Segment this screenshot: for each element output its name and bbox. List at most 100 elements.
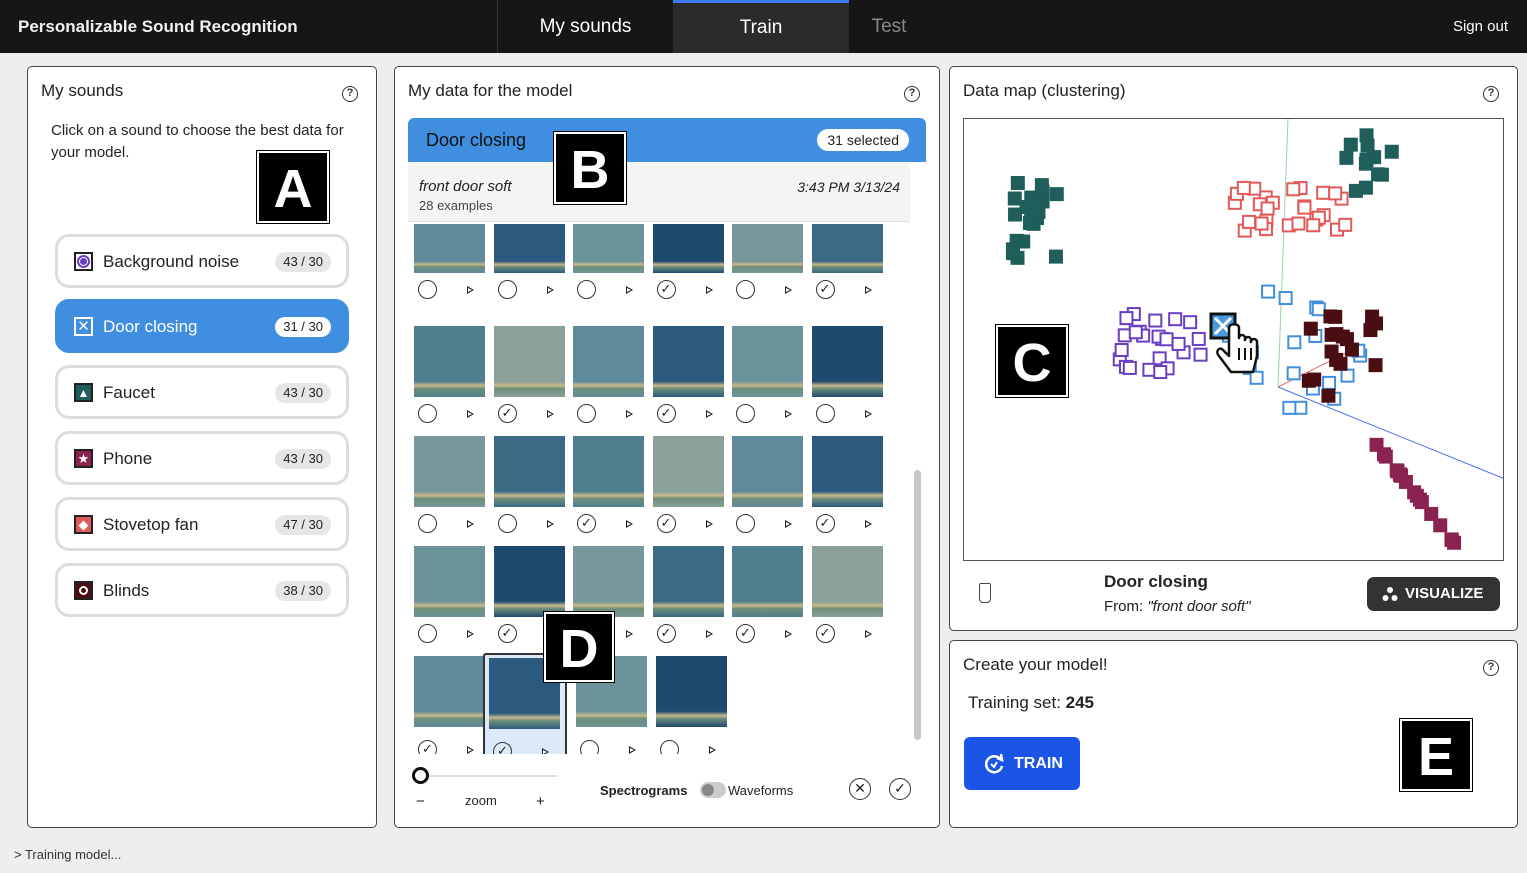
play-icon[interactable] [864,410,872,418]
play-icon[interactable] [705,410,713,418]
select-checkbox[interactable]: ✓ [656,404,676,423]
spectrogram-thumbnail[interactable] [493,436,565,507]
spectrogram-thumbnail[interactable] [732,326,803,397]
sign-out-link[interactable]: Sign out [1453,18,1508,35]
spectrogram-thumbnail[interactable] [493,224,565,273]
scrollbar[interactable] [914,470,921,740]
select-checkbox[interactable]: ✓ [815,514,835,533]
select-checkbox[interactable]: ✓ [815,280,835,299]
select-checkbox[interactable] [418,280,437,299]
select-checkbox[interactable]: ✓ [497,404,517,423]
tab-test[interactable]: Test [849,0,929,53]
play-icon[interactable] [785,630,792,638]
spectrogram-thumbnail[interactable] [732,436,803,507]
sample-cell[interactable] [408,326,485,423]
select-checkbox[interactable]: ✓ [736,624,755,643]
zoom-in-button[interactable]: + [536,793,545,810]
spectrogram-thumbnail[interactable] [652,326,724,397]
play-icon[interactable] [705,286,713,294]
play-icon[interactable] [467,286,474,294]
sample-cell[interactable] [408,224,485,299]
sound-item-blinds[interactable]: Blinds 38 / 30 [55,563,349,617]
play-icon[interactable] [864,520,872,528]
sample-cell[interactable] [488,224,565,299]
spectrogram-thumbnail[interactable] [493,546,565,617]
play-icon[interactable] [864,630,872,638]
sample-cell[interactable]: ✓ [726,546,803,643]
sample-cell[interactable]: ✓ [408,656,485,754]
spectrogram-thumbnail[interactable] [573,326,644,397]
play-icon[interactable] [785,520,792,528]
play-icon[interactable] [705,630,713,638]
select-checkbox[interactable]: ✓ [577,514,596,533]
select-checkbox[interactable] [497,280,517,299]
spectrogram-thumbnail[interactable] [573,436,644,507]
select-checkbox[interactable] [736,404,755,423]
select-checkbox[interactable]: ✓ [656,514,676,533]
select-checkbox[interactable] [815,404,835,423]
spectrogram-thumbnail[interactable] [811,436,883,507]
spectrogram-thumbnail[interactable] [573,546,644,617]
sample-cell[interactable] [726,326,803,423]
tab-train[interactable]: Train [673,0,849,53]
spectrogram-thumbnail[interactable] [493,326,565,397]
spectrogram-thumbnail[interactable] [811,326,883,397]
select-checkbox[interactable] [497,514,517,533]
spectrogram-thumbnail[interactable] [414,656,485,727]
spectrogram-thumbnail[interactable] [652,546,724,617]
sound-item-background-noise[interactable]: Background noise 43 / 30 [55,234,349,288]
help-icon[interactable]: ? [1483,660,1499,676]
play-icon[interactable] [785,410,792,418]
play-icon[interactable] [542,748,549,754]
select-all-button[interactable]: ✓ [889,778,911,800]
select-checkbox[interactable] [577,404,596,423]
deselect-all-button[interactable]: ✕ [849,778,871,800]
train-button[interactable]: TRAIN [964,737,1080,790]
spectrogram-thumbnail[interactable] [652,436,724,507]
sound-item-phone[interactable]: ★ Phone 43 / 30 [55,431,349,485]
select-checkbox[interactable] [736,514,755,533]
play-icon[interactable] [629,746,636,754]
play-icon[interactable] [467,630,474,638]
play-icon[interactable] [864,286,872,294]
sample-cell[interactable]: ✓ [567,436,644,533]
select-checkbox[interactable]: ✓ [493,742,512,754]
play-icon[interactable] [705,520,713,528]
sample-cell[interactable] [408,436,485,533]
zoom-out-button[interactable]: − [416,793,425,810]
sample-cell[interactable] [488,436,565,533]
sample-cell[interactable] [726,436,803,533]
help-icon[interactable]: ? [1483,86,1499,102]
spectrogram-thumbnail[interactable] [573,224,644,273]
visualize-button[interactable]: VISUALIZE [1367,577,1500,611]
select-checkbox[interactable] [736,280,755,299]
sample-cell[interactable]: ✓ [647,326,724,423]
select-checkbox[interactable]: ✓ [418,740,437,754]
flashlight-icon[interactable] [979,583,991,603]
sample-cell[interactable] [806,326,883,423]
recording-header[interactable]: front door soft 28 examples 3:43 PM 3/13… [408,162,910,222]
sound-item-faucet[interactable]: ▲ Faucet 43 / 30 [55,365,349,419]
play-icon[interactable] [626,630,633,638]
sample-cell[interactable] [650,656,727,754]
spectrogram-thumbnail[interactable] [414,546,485,617]
spectrogram-thumbnail[interactable] [732,546,803,617]
spectrogram-thumbnail[interactable] [652,224,724,273]
play-icon[interactable] [785,286,792,294]
select-checkbox[interactable]: ✓ [656,280,676,299]
sample-cell[interactable]: ✓ [806,546,883,643]
tab-my-sounds[interactable]: My sounds [497,0,673,53]
play-icon[interactable] [546,286,554,294]
play-icon[interactable] [626,520,633,528]
spectrogram-thumbnail[interactable] [656,656,727,727]
play-icon[interactable] [467,746,474,754]
select-checkbox[interactable]: ✓ [497,624,517,643]
sample-cell[interactable]: ✓ [806,224,883,299]
help-icon[interactable]: ? [904,86,920,102]
select-checkbox[interactable]: ✓ [656,624,676,643]
sample-cell[interactable]: ✓ [806,436,883,533]
spectrogram-thumbnail[interactable] [811,546,883,617]
play-icon[interactable] [546,520,554,528]
zoom-slider-handle[interactable] [412,767,429,784]
spectrogram-thumbnail[interactable] [414,326,485,397]
